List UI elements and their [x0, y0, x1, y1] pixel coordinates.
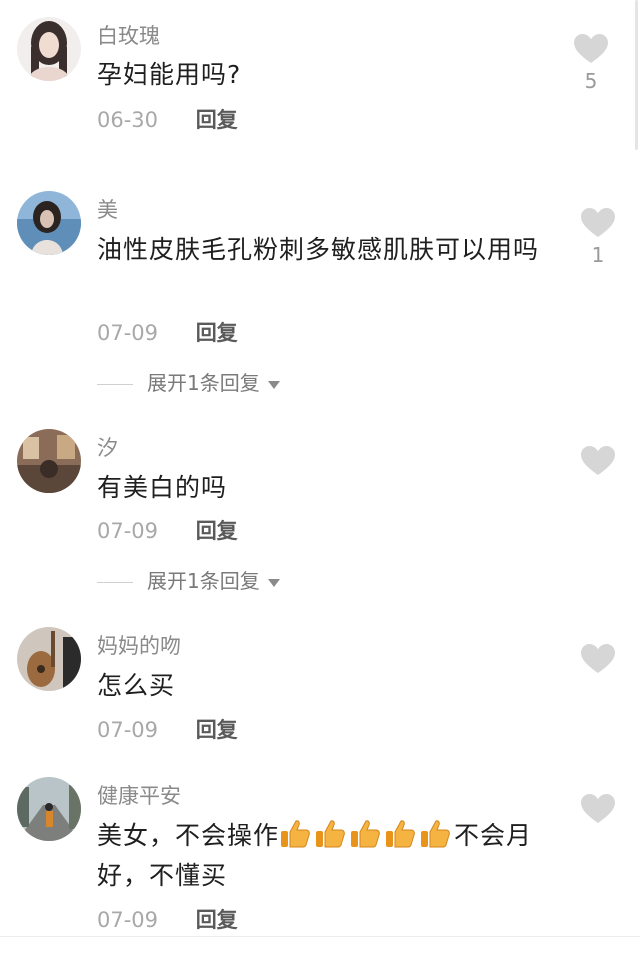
heart-icon: [581, 208, 615, 237]
avatar[interactable]: [17, 777, 81, 841]
reply-button[interactable]: 回复: [196, 907, 238, 933]
comment-date: 06-30: [97, 108, 159, 132]
username[interactable]: 妈妈的吻: [97, 633, 181, 659]
comment-date: 07-09: [97, 321, 159, 345]
heart-icon: [581, 794, 615, 823]
thumbs-up-emoji: [316, 820, 345, 848]
like-count: 5: [584, 69, 598, 93]
reply-button[interactable]: 回复: [196, 320, 238, 346]
username[interactable]: 健康平安: [97, 783, 181, 809]
comment-date: 07-09: [97, 908, 159, 932]
heart-icon: [574, 34, 608, 63]
comment-text: 美女，不会操作 不会月好，不懂买: [97, 816, 552, 896]
thumbs-up-emoji: [281, 820, 310, 848]
triangle-down-icon: [267, 578, 280, 587]
thumbs-up-emoji-group: [279, 820, 454, 850]
scrollbar[interactable]: [635, 0, 638, 150]
comment-text: 怎么买: [97, 671, 176, 700]
like-button[interactable]: 1: [578, 208, 618, 266]
like-count: 1: [591, 243, 605, 267]
reply-button[interactable]: 回复: [196, 518, 238, 544]
like-button[interactable]: [578, 794, 618, 824]
triangle-down-icon: [267, 380, 280, 389]
comment-meta: 07-09 回复: [97, 518, 238, 544]
expand-replies-button[interactable]: 展开1条回复: [97, 569, 280, 593]
comment-text: 孕妇能用吗?: [97, 60, 242, 89]
like-button[interactable]: [578, 644, 618, 674]
heart-icon: [581, 644, 615, 673]
reply-button[interactable]: 回复: [196, 717, 238, 743]
bottom-divider: [0, 936, 640, 937]
expand-label: 展开1条回复: [147, 371, 260, 395]
avatar[interactable]: [17, 191, 81, 255]
comment-meta: 07-09 回复: [97, 320, 238, 346]
comment-text-before: 美女，不会操作: [97, 821, 280, 850]
heart-icon: [581, 446, 615, 475]
comment-meta: 07-09 回复: [97, 717, 238, 743]
avatar[interactable]: [17, 627, 81, 691]
thumbs-up-emoji: [351, 820, 380, 848]
username[interactable]: 白玫瑰: [97, 23, 160, 49]
comment-meta: 06-30 回复: [97, 107, 238, 133]
comment-meta: 07-09 回复: [97, 907, 238, 933]
comment-text: 有美白的吗: [97, 473, 228, 502]
username[interactable]: 汐: [97, 435, 118, 461]
expand-divider: [97, 384, 133, 385]
like-button[interactable]: 5: [571, 34, 611, 92]
expand-label: 展开1条回复: [147, 569, 260, 593]
thumbs-up-emoji: [386, 820, 415, 848]
expand-replies-button[interactable]: 展开1条回复: [97, 371, 280, 395]
expand-divider: [97, 582, 133, 583]
username[interactable]: 美: [97, 197, 118, 223]
comment-date: 07-09: [97, 519, 159, 543]
comment-text: 油性皮肤毛孔粉刺多敏感肌肤可以用吗: [97, 235, 540, 264]
avatar[interactable]: [17, 429, 81, 493]
avatar[interactable]: [17, 17, 81, 81]
reply-button[interactable]: 回复: [196, 107, 238, 133]
comment-date: 07-09: [97, 718, 159, 742]
like-button[interactable]: [578, 446, 618, 476]
thumbs-up-emoji: [421, 820, 450, 848]
